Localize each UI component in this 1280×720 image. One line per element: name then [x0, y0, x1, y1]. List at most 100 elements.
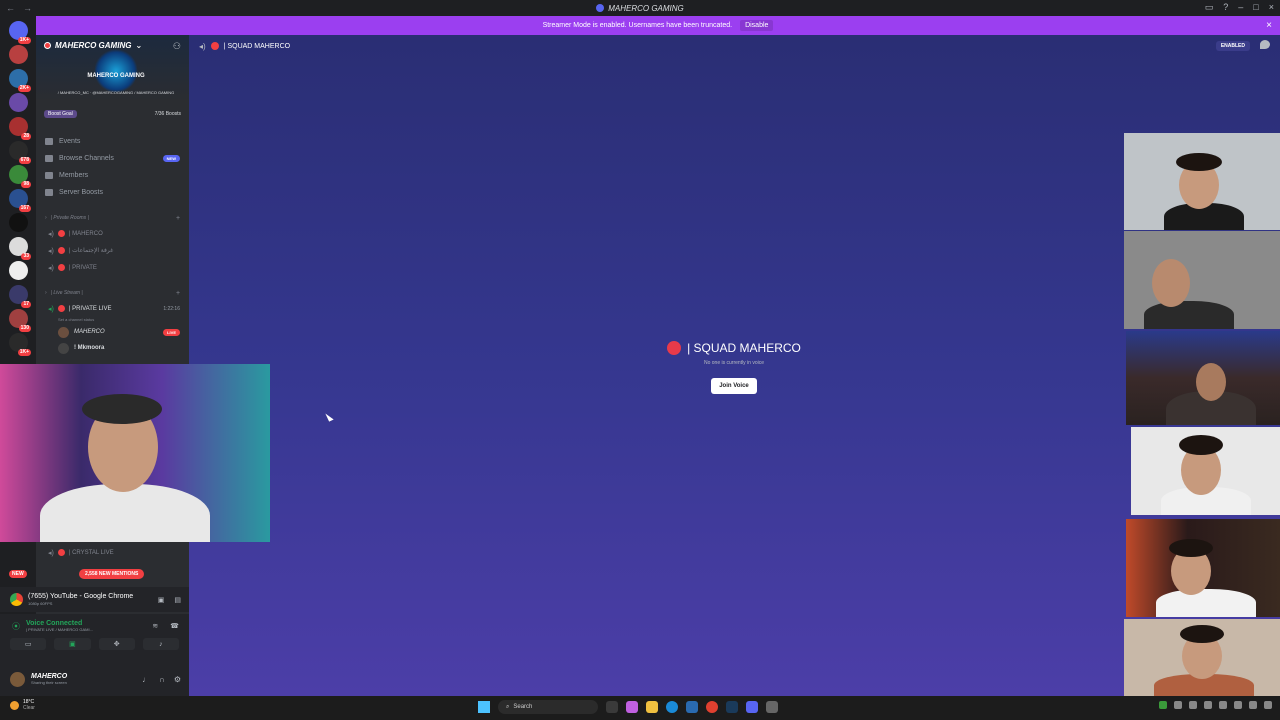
signal-icon[interactable]: ⦿ — [12, 621, 20, 632]
server-icon[interactable] — [9, 261, 28, 280]
server-name[interactable]: MAHERCO GAMING ⌄ — [44, 41, 142, 50]
voice-channel[interactable]: ◂) | MAHERCO — [36, 225, 189, 242]
server-icon[interactable]: 167 — [9, 189, 31, 212]
gear-icon[interactable]: ⚙ — [174, 675, 181, 684]
server-icon[interactable] — [9, 213, 28, 232]
task-view-icon[interactable] — [606, 701, 618, 713]
screen-share-button[interactable]: ▣ — [54, 638, 91, 650]
activities-button[interactable]: ✥ — [98, 638, 135, 650]
weather-widget[interactable]: 18°C Clear — [10, 699, 35, 711]
server-logo-icon — [596, 4, 605, 12]
menu-item-browse-channels[interactable]: Browse Channels NEW — [36, 150, 189, 167]
stop-stream-icon[interactable]: ▤ — [174, 596, 181, 604]
stream-settings-icon[interactable]: ▣ — [158, 596, 165, 604]
avatar[interactable] — [10, 671, 25, 687]
streamer-enabled-badge[interactable]: ENABLED — [1215, 41, 1250, 51]
taskbar-search[interactable]: ⌕ Search — [498, 700, 598, 714]
webcam-headphones — [82, 394, 162, 424]
server-icon[interactable] — [9, 93, 28, 112]
voice-member[interactable]: ! Mkmoora — [36, 340, 189, 356]
menu-item-label: Members — [59, 172, 89, 179]
server-icon[interactable]: 2K+ — [9, 69, 31, 92]
channel-status[interactable]: Set a channel status — [36, 317, 189, 324]
join-voice-button[interactable]: Join Voice — [711, 378, 757, 394]
help-icon[interactable]: ? — [1223, 2, 1228, 13]
webcam-person-hair — [1179, 435, 1223, 455]
server-menu: Events Browse Channels NEW Members Server… — [36, 133, 189, 201]
voice-channel[interactable]: ◂) | غرفة الإجتماعات — [36, 242, 189, 259]
category-private-rooms[interactable]: › | Private Rooms | + — [36, 211, 189, 225]
guest-webcam-4 — [1131, 427, 1280, 515]
close-icon[interactable]: × — [1269, 2, 1274, 13]
headphones-icon[interactable]: ∩ — [159, 675, 165, 684]
boost-count: 7/36 Boosts — [154, 111, 181, 117]
menu-item-events[interactable]: Events — [36, 133, 189, 150]
minimize-icon[interactable]: – — [1238, 2, 1243, 13]
tray-app-icon[interactable] — [1249, 701, 1257, 709]
settings-icon[interactable] — [766, 701, 778, 713]
tray-app-icon[interactable] — [1174, 701, 1182, 709]
webcam-person-body — [40, 484, 210, 542]
steam-icon[interactable] — [726, 701, 738, 713]
guest-webcam-3 — [1126, 331, 1280, 425]
server-icon[interactable]: 130 — [9, 309, 31, 332]
invite-icon[interactable]: ⚇ — [173, 41, 181, 52]
speaker-icon: ◂) — [48, 230, 54, 238]
nav-arrows[interactable]: ← → — [6, 3, 32, 13]
microphone-icon[interactable]: ♩ — [142, 675, 150, 684]
new-unreads-pill[interactable]: NEW — [9, 570, 27, 578]
server-icon[interactable] — [9, 45, 28, 64]
camera-button[interactable]: ▭ — [10, 638, 47, 650]
voice-channel[interactable]: ◂) | PRIVATE — [36, 259, 189, 276]
windows-start-icon[interactable] — [478, 701, 490, 713]
disable-button[interactable]: Disable — [740, 20, 774, 31]
search-placeholder: Search — [513, 704, 533, 710]
category-live-stream[interactable]: › | Live Stream | + — [36, 286, 189, 300]
maximize-icon[interactable]: □ — [1253, 2, 1258, 13]
server-icon[interactable]: 28 — [9, 117, 31, 140]
store-icon[interactable] — [686, 701, 698, 713]
server-icon[interactable]: 1K+ — [9, 333, 31, 356]
tray-app-icon[interactable] — [1159, 701, 1167, 709]
voice-channel-active[interactable]: ◂) | PRIVATE LIVE 1:22:16 — [36, 300, 189, 317]
tray-app-icon[interactable] — [1234, 701, 1242, 709]
inbox-icon[interactable]: ▭ — [1205, 2, 1214, 13]
voice-member[interactable]: MAHERCO LIVE — [36, 324, 189, 340]
server-icon[interactable]: 17 — [9, 285, 31, 308]
new-mentions-pill[interactable]: 2,558 NEW MENTIONS — [79, 569, 145, 579]
add-channel-icon[interactable]: + — [176, 215, 180, 222]
disconnect-icon[interactable]: ☎ — [170, 622, 179, 630]
guest-webcam-5 — [1126, 519, 1280, 617]
server-icon[interactable]: 33 — [9, 237, 31, 260]
add-channel-icon[interactable]: + — [176, 290, 180, 297]
voice-channel[interactable]: ◂) | CRYSTAL LIVE — [36, 544, 189, 561]
home-icon[interactable]: 1K+ — [9, 21, 31, 44]
server-banner-social: / MAHERCO_MC · @MAHERCOGAMING / MAHERCO … — [57, 90, 175, 95]
server-icon[interactable]: 678 — [9, 141, 31, 164]
menu-item-server-boosts[interactable]: Server Boosts — [36, 184, 189, 201]
chrome-icon[interactable] — [706, 701, 718, 713]
search-icon: ⌕ — [506, 703, 510, 710]
boost-goal[interactable]: Boost Goal 7/36 Boosts — [44, 109, 181, 119]
banner-close-icon[interactable]: × — [1266, 20, 1272, 31]
server-header[interactable]: MAHERCO GAMING ⌄ ⚇ MAHERCO GAMING / MAHER… — [36, 35, 189, 101]
soundboard-button[interactable]: ♪ — [142, 638, 179, 650]
back-icon[interactable]: ← — [6, 3, 15, 13]
tray-app-icon[interactable] — [1204, 701, 1212, 709]
copilot-icon[interactable] — [626, 701, 638, 713]
file-explorer-icon[interactable] — [646, 701, 658, 713]
category-label: | Live Stream | — [50, 290, 83, 296]
weather-icon — [10, 700, 19, 710]
voice-channel-path[interactable]: | PRIVATE LIVE / MAHERCO GAMI... — [26, 627, 93, 632]
noise-suppression-icon[interactable]: ≋ — [152, 622, 158, 630]
browse-icon — [45, 155, 53, 162]
forward-icon[interactable]: → — [23, 3, 32, 13]
menu-item-members[interactable]: Members — [36, 167, 189, 184]
edge-icon[interactable] — [666, 701, 678, 713]
tray-app-icon[interactable] — [1219, 701, 1227, 709]
chat-icon[interactable] — [1260, 40, 1270, 49]
server-icon[interactable]: 98 — [9, 165, 31, 188]
discord-icon[interactable] — [746, 701, 758, 713]
tray-app-icon[interactable] — [1264, 701, 1272, 709]
tray-app-icon[interactable] — [1189, 701, 1197, 709]
